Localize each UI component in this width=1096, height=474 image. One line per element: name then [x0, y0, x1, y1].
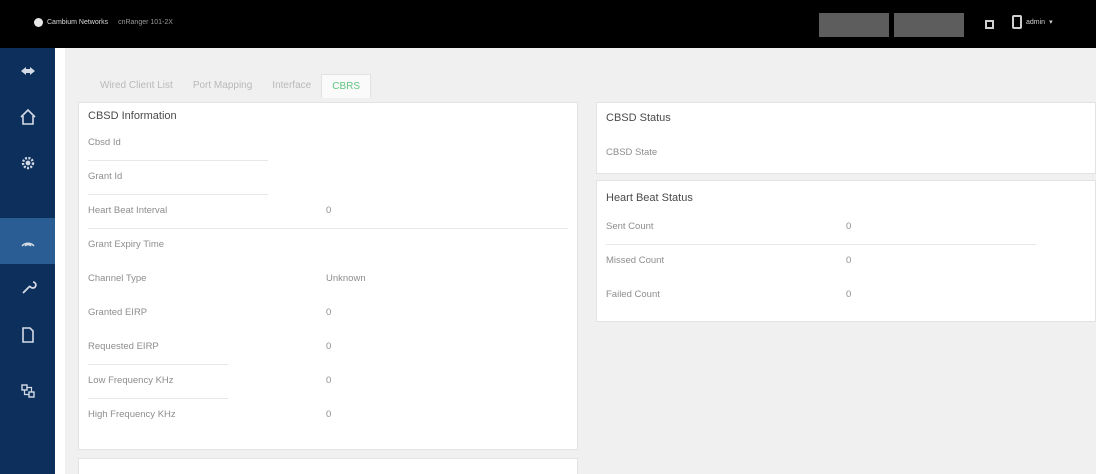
info-value: 0	[326, 375, 332, 386]
wrench-icon	[21, 281, 37, 294]
user-lock-icon	[1012, 15, 1022, 29]
heartbeat-status-title: Heart Beat Status	[606, 192, 693, 204]
info-value: 0	[326, 307, 332, 318]
info-row-grant-expiry: Grant Expiry Time	[88, 229, 568, 263]
sidebar	[0, 48, 55, 474]
info-value: 0	[326, 409, 332, 420]
info-label: Requested EIRP	[88, 341, 159, 352]
info-label: High Frequency KHz	[88, 409, 176, 420]
pin-icon	[20, 67, 35, 75]
sidebar-item-home[interactable]	[0, 94, 55, 140]
sidebar-item-documents[interactable]	[0, 312, 55, 358]
cbsd-status-title: CBSD Status	[606, 112, 671, 124]
cbsd-status-card: CBSD Status CBSD State	[596, 102, 1096, 174]
tab-wired-client-list[interactable]: Wired Client List	[90, 74, 183, 98]
info-row-granted-eirp: Granted EIRP 0	[88, 297, 568, 331]
info-row-requested-eirp: Requested EIRP 0	[88, 331, 568, 365]
info-value: 0	[326, 205, 332, 216]
heartbeat-row-failed: Failed Count 0	[606, 279, 1086, 313]
info-label: Heart Beat Interval	[88, 205, 168, 216]
info-label: Cbsd Id	[88, 137, 121, 148]
info-label: Grant Expiry Time	[88, 239, 165, 250]
state-label: CBSD State	[606, 147, 658, 158]
info-value: 0	[326, 341, 332, 352]
header-button-2[interactable]	[894, 13, 964, 37]
sidebar-item-tools[interactable]	[0, 264, 55, 310]
cbsd-information-card: CBSD Information Cbsd Id Grant Id Heart …	[78, 102, 578, 450]
info-row-low-frequency: Low Frequency KHz 0	[88, 365, 568, 399]
heartbeat-status-card: Heart Beat Status Sent Count 0 Missed Co…	[596, 180, 1096, 322]
wireless-icon	[20, 242, 35, 247]
sidebar-item-pin[interactable]	[0, 48, 55, 94]
home-icon	[19, 108, 36, 125]
info-label: Channel Type	[88, 273, 147, 284]
info-label: Grant Id	[88, 171, 123, 182]
sidebar-item-settings[interactable]	[0, 140, 55, 186]
cbsd-information-title: CBSD Information	[88, 110, 177, 122]
heartbeat-row-sent: Sent Count 0	[606, 211, 1086, 245]
tab-cbrs[interactable]: CBRS	[321, 74, 372, 98]
brand[interactable]: Cambium Networks cnRanger 101-2X	[34, 18, 173, 27]
info-row-cbsd-id: Cbsd Id	[88, 127, 568, 161]
username: admin	[1026, 18, 1046, 26]
heartbeat-label: Missed Count	[606, 255, 665, 266]
cambium-logo-icon	[34, 18, 43, 27]
network-icon	[20, 384, 35, 398]
tab-interface[interactable]: Interface	[262, 74, 321, 98]
info-label: Low Frequency KHz	[88, 375, 174, 386]
info-row-grant-id: Grant Id	[88, 161, 568, 195]
notification-icon[interactable]	[985, 20, 994, 29]
next-card-edge	[78, 458, 578, 474]
heartbeat-value: 0	[846, 221, 852, 232]
info-row-channel-type: Channel Type Unknown	[88, 263, 568, 297]
heartbeat-row-missed: Missed Count 0	[606, 245, 1086, 279]
chevron-down-icon: ▾	[1049, 19, 1053, 26]
top-bar: Cambium Networks cnRanger 101-2X admin ▾	[0, 0, 1096, 48]
main-content: Wired Client List Port Mapping Interface…	[65, 48, 1096, 474]
info-label: Granted EIRP	[88, 307, 148, 318]
gear-icon	[21, 156, 34, 170]
header-button-1[interactable]	[819, 13, 889, 37]
tab-port-mapping[interactable]: Port Mapping	[183, 74, 262, 98]
sidebar-item-wireless[interactable]	[0, 218, 55, 264]
device-name: cnRanger 101-2X	[118, 19, 173, 26]
document-icon	[21, 327, 34, 343]
heartbeat-label: Failed Count	[606, 289, 660, 300]
info-row-heartbeat-interval: Heart Beat Interval 0	[88, 195, 568, 229]
sidebar-item-network[interactable]	[0, 368, 55, 414]
heartbeat-value: 0	[846, 289, 852, 300]
info-value: Unknown	[326, 273, 366, 284]
heartbeat-value: 0	[846, 255, 852, 266]
brand-name: Cambium Networks	[47, 19, 109, 26]
heartbeat-label: Sent Count	[606, 221, 654, 232]
tab-bar: Wired Client List Port Mapping Interface…	[90, 70, 372, 98]
user-menu[interactable]: admin ▾	[1012, 15, 1053, 29]
status-row-state: CBSD State	[606, 137, 1086, 171]
info-row-high-frequency: High Frequency KHz 0	[88, 399, 568, 433]
content-gutter	[55, 48, 65, 474]
